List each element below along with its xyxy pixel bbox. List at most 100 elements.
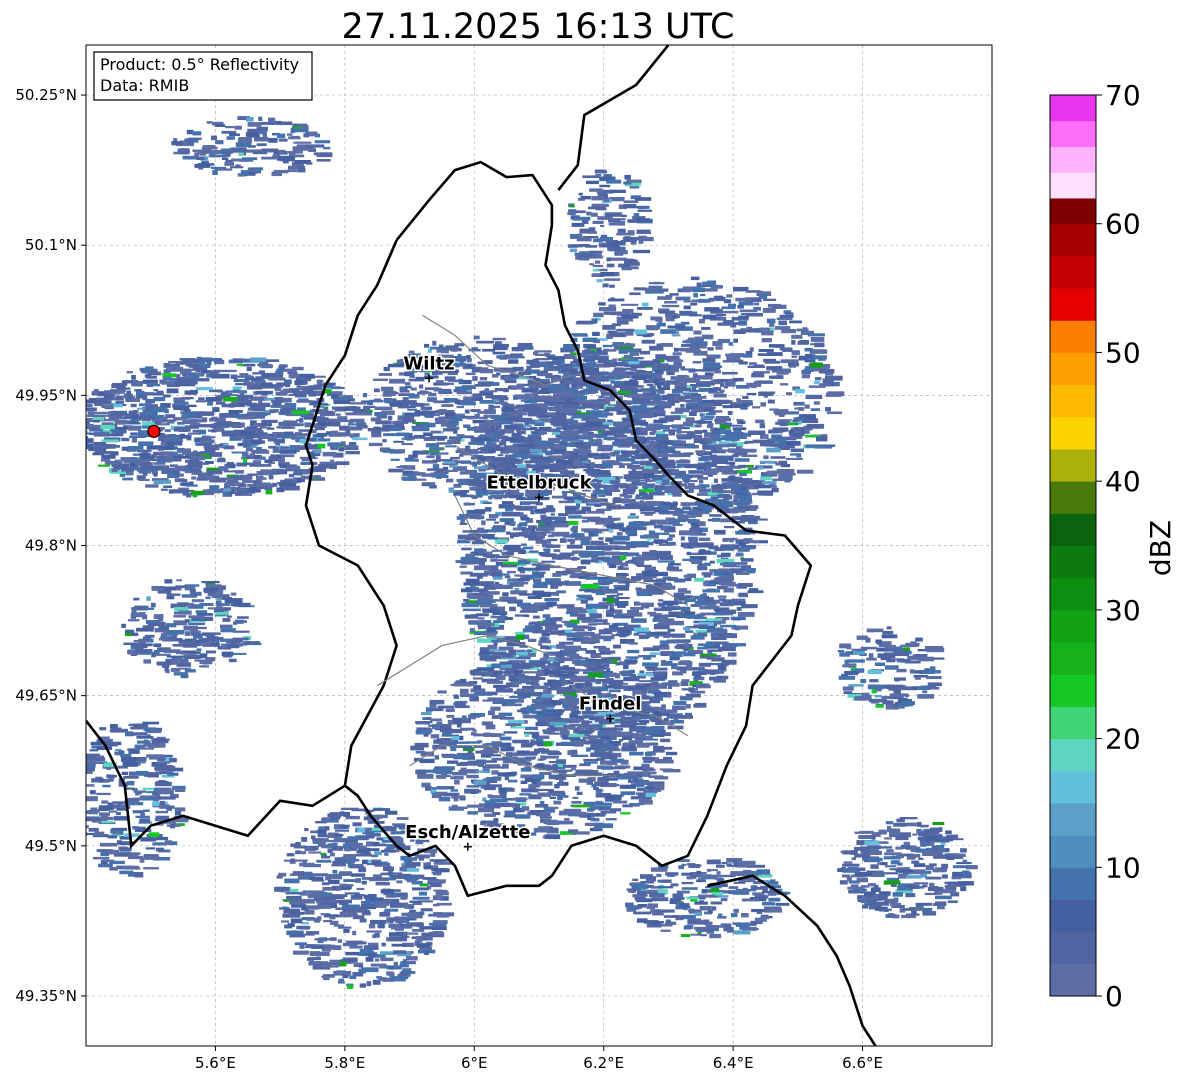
- echo-cell: [521, 543, 527, 546]
- echo-cell: [362, 393, 368, 398]
- echo-cell: [500, 688, 513, 693]
- echo-cell: [487, 794, 493, 798]
- echo-cell: [582, 516, 601, 520]
- echo-cell: [457, 540, 471, 544]
- echo-cell: [533, 629, 549, 634]
- echo-cell: [638, 798, 652, 804]
- echo-cell: [465, 553, 475, 558]
- echo-cell: [588, 439, 603, 443]
- echo-cell: [465, 469, 478, 475]
- echo-cell: [450, 683, 466, 687]
- echo-cell: [536, 533, 545, 538]
- echo-cell: [459, 565, 467, 568]
- echo-cell: [516, 750, 530, 754]
- echo-cell: [707, 280, 717, 286]
- echo-cell: [684, 598, 696, 602]
- echo-cell: [383, 366, 390, 372]
- echo-cell: [624, 354, 633, 359]
- echo-cell: [598, 395, 604, 399]
- map-area[interactable]: WiltzEttelbruckFindelEsch/Alzette: [73, 44, 993, 1047]
- echo-cell: [635, 716, 641, 721]
- echo-cell: [595, 823, 613, 829]
- echo-cell: [641, 339, 656, 344]
- echo-cell: [698, 537, 711, 541]
- echo-cell: [487, 710, 495, 716]
- echo-cell: [642, 485, 654, 489]
- echo-cell: [503, 376, 513, 381]
- echo-cell: [720, 563, 737, 566]
- echo-cell: [643, 473, 655, 479]
- echo-cell: [538, 426, 552, 431]
- echo-cell: [462, 530, 471, 533]
- echo-cell: [653, 539, 664, 544]
- echo-cell: [471, 671, 486, 676]
- echo-cell: [620, 812, 631, 815]
- echo-cell: [730, 568, 744, 573]
- echo-cell: [612, 358, 617, 363]
- echo-cell: [533, 827, 550, 833]
- echo-cell: [396, 817, 409, 820]
- echo-cell: [743, 329, 760, 333]
- echo-cell: [534, 748, 550, 752]
- echo-cell: [579, 763, 591, 767]
- echo-cell: [699, 683, 706, 687]
- echo-cell: [612, 746, 619, 749]
- echo-cell: [778, 320, 787, 326]
- echo-cell: [672, 315, 678, 319]
- echo-cell: [555, 366, 569, 370]
- echo-cell: [738, 435, 747, 439]
- echo-cell: [518, 593, 536, 596]
- echo-cell: [613, 627, 628, 630]
- echo-cell: [555, 673, 570, 677]
- echo-cell: [714, 370, 721, 374]
- echo-cell: [464, 741, 481, 744]
- echo-cell: [438, 412, 444, 415]
- echo-cell: [691, 522, 699, 528]
- echo-cell: [501, 407, 515, 412]
- echo-cell: [805, 444, 821, 448]
- echo-cell: [807, 333, 825, 337]
- echo-cell: [656, 383, 662, 388]
- echo-cell: [738, 592, 748, 598]
- echo-cell: [573, 455, 589, 460]
- echo-cell: [304, 910, 315, 915]
- echo-cell: [544, 598, 560, 602]
- echo-cell: [629, 675, 646, 679]
- echo-cell: [760, 460, 775, 464]
- echo-cell: [592, 670, 602, 673]
- echo-cell: [557, 390, 572, 394]
- echo-cell: [496, 802, 510, 807]
- echo-cell: [623, 742, 629, 747]
- echo-cell: [825, 392, 842, 397]
- echo-cell: [680, 404, 685, 408]
- echo-cell: [660, 586, 674, 589]
- echo-cell: [552, 685, 558, 689]
- echo-cell: [631, 312, 642, 316]
- echo-cell: [513, 395, 518, 400]
- echo-cell: [788, 362, 800, 367]
- echo-cell: [545, 361, 560, 365]
- echo-cell: [446, 478, 454, 483]
- echo-cell: [461, 715, 467, 720]
- echo-cell: [684, 464, 695, 468]
- echo-cell: [571, 333, 587, 336]
- echo-cell: [572, 796, 579, 799]
- echo-cell: [704, 416, 715, 419]
- echo-cell: [384, 853, 389, 856]
- echo-cell: [735, 565, 741, 568]
- echo-cell: [461, 401, 476, 406]
- echo-cell: [559, 641, 574, 645]
- echo-cell: [498, 712, 513, 717]
- echo-cell: [373, 388, 380, 393]
- echo-cell: [533, 677, 546, 680]
- echo-cell: [520, 767, 532, 772]
- echo-cell: [419, 452, 429, 455]
- echo-cell: [702, 314, 717, 320]
- echo-cell: [672, 511, 684, 516]
- echo-cell: [439, 389, 448, 393]
- echo-cell: [421, 782, 431, 788]
- echo-cell: [792, 434, 803, 438]
- echo-cell: [786, 392, 793, 396]
- echo-cell: [407, 408, 418, 411]
- echo-cell: [492, 652, 507, 656]
